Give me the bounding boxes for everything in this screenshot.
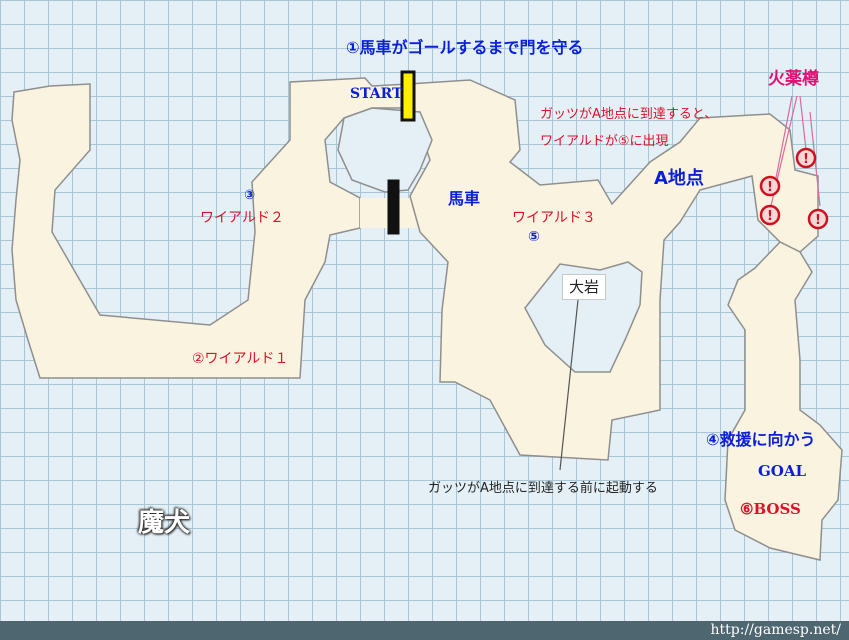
mid-gate bbox=[387, 179, 400, 235]
wild-1-label: ②ワイアルド１ bbox=[192, 351, 289, 367]
start-gate bbox=[400, 70, 416, 122]
arrival-note-line-1: ガッツがA地点に到達すると、 bbox=[540, 107, 718, 122]
start-label: START bbox=[350, 86, 403, 102]
exclamation-icon: ! bbox=[767, 209, 773, 224]
exclamation-icon: ! bbox=[767, 180, 773, 195]
rescue-label: ④救援に向かう bbox=[706, 430, 816, 449]
map-paths: !!!! bbox=[11, 70, 843, 561]
rock-label: 大岩 bbox=[562, 274, 607, 300]
point-a-label: A地点 bbox=[654, 168, 704, 189]
wild-3-spawn-number: ⑤ bbox=[528, 229, 540, 245]
objective-text: ①馬車がゴールするまで門を守る bbox=[346, 38, 584, 57]
wild-2-label: ワイアルド２ bbox=[200, 210, 284, 226]
map-canvas: !!!! ①馬車がゴールするまで門を守る START 馬車 ③ ワイアルド２ ②… bbox=[0, 0, 849, 640]
exclamation-icon: ! bbox=[815, 213, 821, 228]
enemy-label: 魔犬 bbox=[138, 508, 191, 538]
goal-label: GOAL bbox=[758, 462, 807, 480]
exclamation-icon: ! bbox=[803, 152, 809, 167]
footer-bar: http://gamesp.net/ bbox=[0, 621, 849, 640]
gunpowder-label: 火薬樽 bbox=[768, 69, 819, 89]
wild-2-number: ③ bbox=[244, 188, 256, 203]
footer-url[interactable]: http://gamesp.net/ bbox=[711, 621, 842, 640]
rock-note: ガッツがA地点に到達する前に起動する bbox=[428, 481, 658, 496]
wagon-label: 馬車 bbox=[448, 189, 481, 208]
arrival-note-line-2: ワイアルドが⑤に出現 bbox=[540, 134, 669, 149]
gunpowder-pointer bbox=[799, 95, 807, 151]
wild-3-label: ワイアルド３ bbox=[512, 210, 596, 226]
upper-hole bbox=[337, 107, 433, 193]
boss-label: ⑥BOSS bbox=[740, 500, 801, 518]
